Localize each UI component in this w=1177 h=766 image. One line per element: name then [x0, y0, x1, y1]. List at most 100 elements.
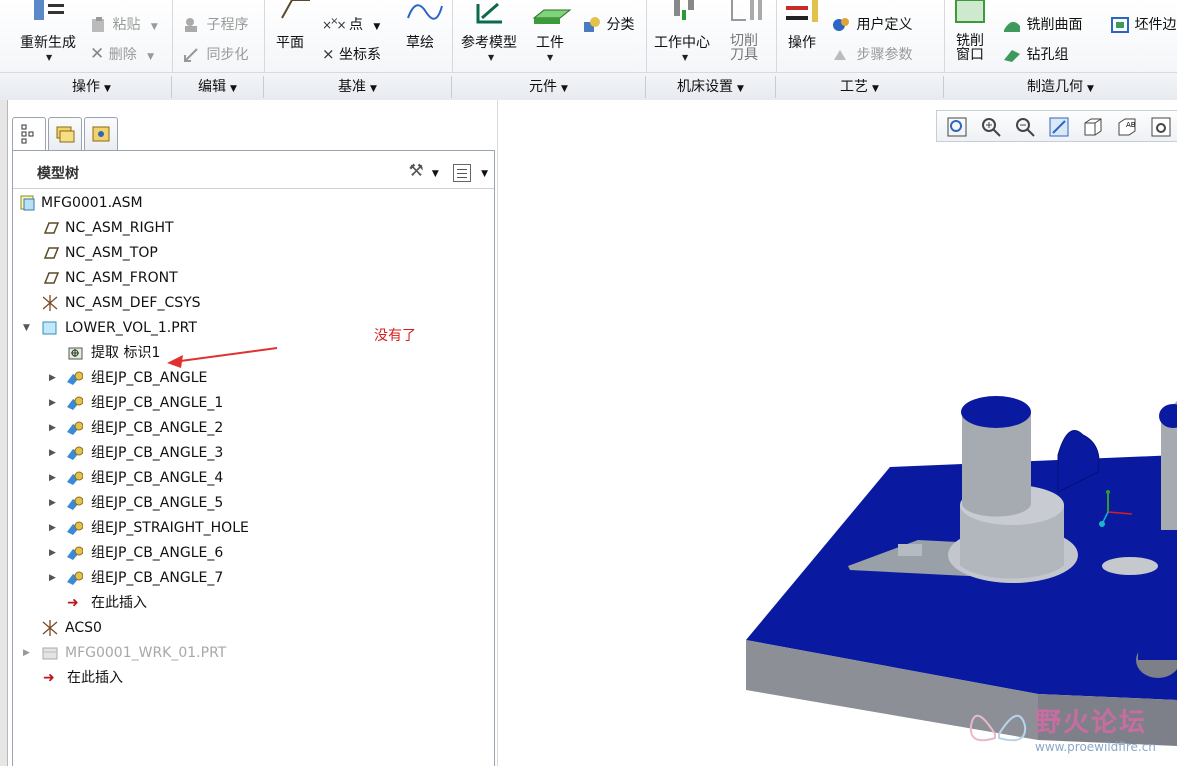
paste-button[interactable]: 粘贴 ▼ [90, 14, 158, 34]
group-label-process[interactable]: 工艺 ▼ [776, 76, 944, 98]
tree-label: NC_ASM_TOP [65, 245, 158, 261]
tab-model-tree[interactable] [12, 117, 46, 151]
ribbon-body: 重新生成 ▼ 粘贴 ▼ ✕ 删除 ▼ 子程序 同步化 平面 ××× 点 ▼ ⨯ … [0, 0, 1177, 72]
ref-model-label: 参考模型 [461, 35, 517, 51]
settings-tools-icon[interactable]: ⚒ [408, 161, 423, 181]
csys-icon: ⨯ [322, 45, 335, 63]
plane-button[interactable]: 平面 [272, 0, 316, 66]
stock-boundary-button[interactable]: 坯件边 [1110, 14, 1176, 34]
model-tree-icon [21, 124, 34, 144]
tree-label: 组EJP_CB_ANGLE_6 [91, 545, 224, 561]
csys-button[interactable]: ⨯ 坐标系 [322, 44, 381, 64]
chevron-down-icon: ▼ [547, 53, 554, 62]
group-label-datum[interactable]: 基准 ▼ [264, 76, 452, 98]
watermark: 野火论坛 www.proewildfire.cn [965, 700, 1177, 766]
work-center-label: 工作中心 [654, 35, 710, 51]
group-label-edit[interactable]: 编辑 ▼ [172, 76, 264, 98]
drill-group-button[interactable]: 钻孔组 [1002, 44, 1068, 64]
group-icon [67, 471, 83, 485]
step-params-button[interactable]: 步骤参数 [832, 44, 912, 64]
tree-label: NC_ASM_RIGHT [65, 220, 174, 236]
expand-arrow-icon[interactable]: ▶ [49, 391, 59, 415]
insert-arrow-icon: ➜ [43, 670, 55, 686]
mill-window-label-2: 窗口 [956, 47, 984, 63]
mill-window-button[interactable]: 铣削 窗口 [950, 0, 994, 66]
user-defined-button[interactable]: 用户定义 [832, 14, 912, 34]
tree-label: NC_ASM_DEF_CSYS [65, 295, 201, 311]
sketch-icon [407, 4, 443, 20]
delete-button[interactable]: ✕ 删除 ▼ [90, 44, 154, 64]
group-label-machine-setup[interactable]: 机床设置 ▼ [646, 76, 776, 98]
expand-arrow-icon[interactable]: ▶ [49, 466, 59, 490]
assembly-icon [20, 195, 35, 211]
tab-favorites[interactable] [84, 117, 118, 151]
expand-arrow-icon[interactable]: ▶ [49, 541, 59, 565]
expand-arrow-icon[interactable]: ▶ [23, 641, 33, 665]
workpiece-label: 工件 [536, 35, 564, 51]
expand-arrow-icon[interactable]: ▶ [49, 416, 59, 440]
mill-surface-icon [1004, 21, 1020, 32]
cutting-tool-button[interactable]: 切削 刀具 [724, 0, 768, 66]
subroutine-button[interactable]: 子程序 [182, 14, 248, 34]
watermark-name: 野火论坛 [1035, 708, 1148, 738]
user-defined-icon [833, 18, 849, 31]
annotation-arrow-icon [167, 347, 278, 368]
drill-group-label: 钻孔组 [1026, 47, 1069, 63]
group-label-component[interactable]: 元件 ▼ [452, 76, 646, 98]
group-icon [67, 396, 83, 410]
tree-label: 在此插入 [91, 595, 147, 611]
expand-arrow-icon[interactable]: ▶ [49, 516, 59, 540]
work-center-icon [674, 0, 694, 20]
csys-label: 坐标系 [339, 47, 382, 63]
regenerate-icon [34, 0, 64, 20]
tree-label: MFG0001.ASM [41, 195, 143, 211]
part-icon [42, 321, 57, 335]
point-icon: ××× [322, 16, 346, 32]
watermark-url: www.proewildfire.cn [1035, 740, 1156, 754]
subroutine-icon [185, 18, 197, 32]
tree-label: 提取 标识1 [91, 345, 161, 361]
expand-arrow-icon[interactable]: ▼ [23, 316, 33, 340]
tree-label: MFG0001_WRK_01.PRT [65, 645, 227, 661]
group-label-operation[interactable]: 操作 ▼ [12, 76, 172, 98]
graphics-viewport[interactable]: AB [497, 100, 1177, 766]
group-icon [67, 421, 83, 435]
chevron-down-icon[interactable]: ▼ [432, 169, 439, 179]
group-icon [67, 546, 83, 560]
annotation-text: 没有了 [374, 328, 416, 344]
datum-plane-icon [43, 222, 59, 234]
tree-label: 组EJP_STRAIGHT_HOLE [91, 520, 249, 536]
operation-icon [786, 0, 818, 22]
classify-button[interactable]: 分类 [582, 14, 634, 34]
expand-arrow-icon[interactable]: ▶ [49, 366, 59, 390]
expand-arrow-icon[interactable]: ▶ [49, 441, 59, 465]
chevron-down-icon[interactable]: ▼ [481, 169, 488, 179]
mill-window-label-1: 铣削 [956, 33, 984, 49]
operation-button[interactable]: 操作 [782, 0, 826, 66]
show-list-icon[interactable] [452, 163, 471, 182]
tab-folder-browser[interactable] [48, 117, 82, 151]
ref-model-button[interactable]: 参考模型 ▼ [458, 0, 524, 66]
group-label-mfg-geometry[interactable]: 制造几何 ▼ [944, 76, 1177, 98]
expand-arrow-icon[interactable]: ▶ [49, 491, 59, 515]
point-button[interactable]: ××× 点 ▼ [322, 14, 380, 34]
regenerate-button[interactable]: 重新生成 ▼ [14, 0, 84, 66]
delete-icon: ✕ [90, 44, 105, 64]
csys-icon [42, 620, 58, 636]
mill-surface-label: 铣削曲面 [1026, 17, 1083, 33]
mill-surface-button[interactable]: 铣削曲面 [1002, 14, 1082, 34]
step-params-icon [834, 50, 846, 60]
expand-arrow-icon[interactable]: ▶ [49, 566, 59, 590]
sync-button[interactable]: 同步化 [182, 44, 248, 64]
delete-label: 删除 [108, 47, 137, 63]
work-center-button[interactable]: 工作中心 ▼ [652, 0, 718, 66]
sketch-button[interactable]: 草绘 [402, 0, 446, 66]
model-tree-title: 模型树 [37, 166, 79, 182]
user-defined-label: 用户定义 [856, 17, 913, 33]
stock-boundary-label: 坯件边 [1134, 17, 1177, 33]
sync-icon [184, 48, 198, 62]
workpiece-button[interactable]: 工件 ▼ [530, 0, 574, 66]
group-icon [67, 371, 83, 385]
tree-label: 组EJP_CB_ANGLE_7 [91, 570, 224, 586]
model-tree-tools: ⚒ ▼ ▼ [408, 161, 488, 182]
